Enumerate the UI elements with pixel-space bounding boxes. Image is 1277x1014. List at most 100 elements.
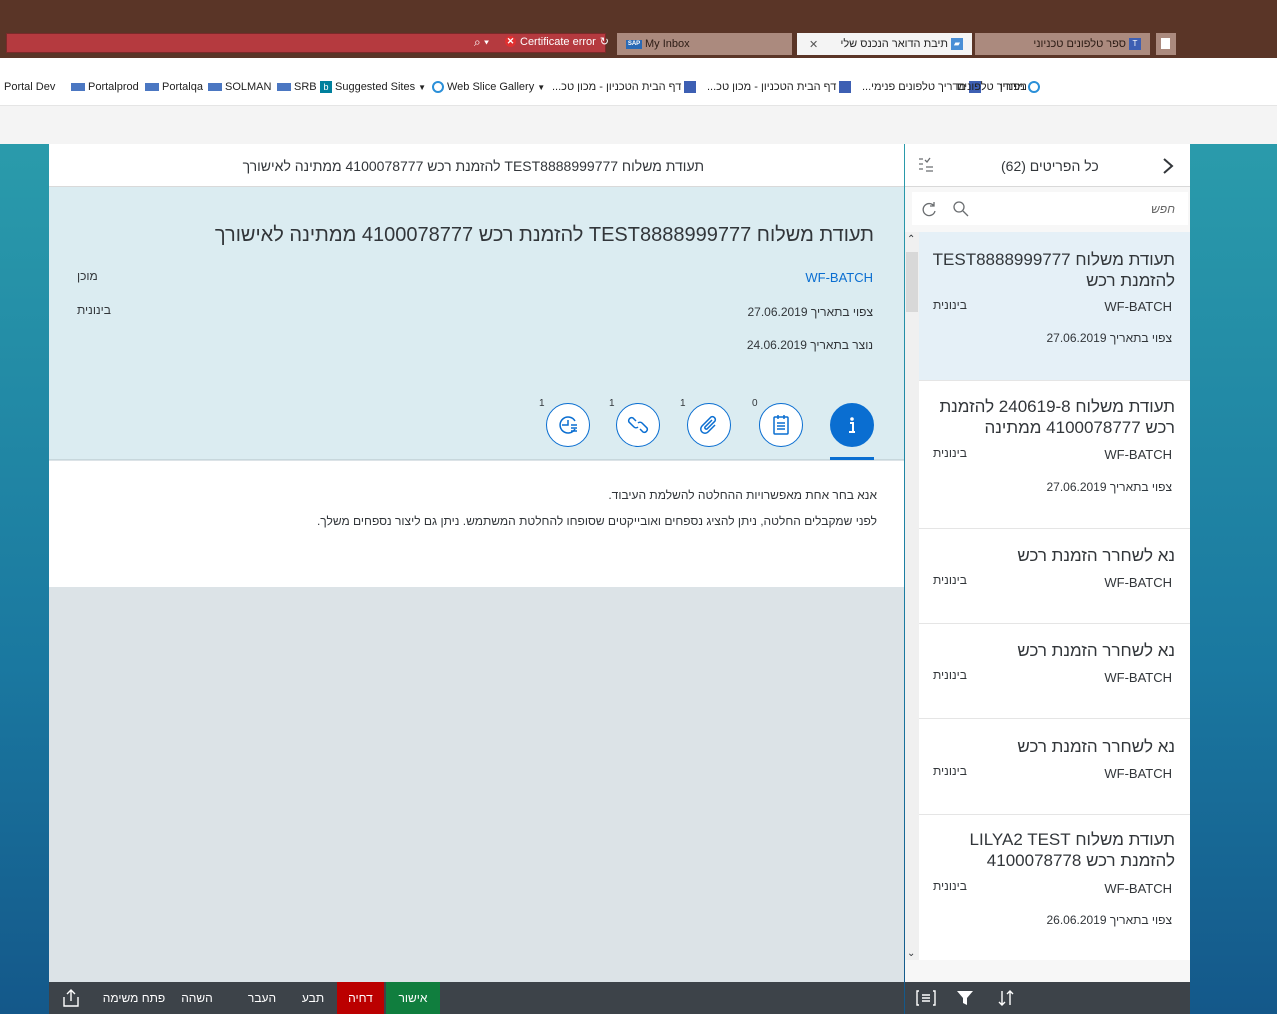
certificate-error[interactable]: ✕ Certificate error ↻ — [505, 35, 609, 48]
info-tab-content: אנא בחר אחת מאפשרויות ההחלטה להשלמת העיב… — [49, 461, 904, 587]
scrollbar[interactable]: ⌃ ⌄ — [905, 232, 919, 960]
created-on-text: נוצר בתאריך 24.06.2019 — [746, 338, 873, 352]
sap-icon: SAP — [626, 39, 642, 49]
list-item[interactable]: תעודת משלוח 240619-8 להזמנת רכש 41000787… — [919, 381, 1190, 529]
fav-nipendo[interactable]: ניפנדו — [1000, 81, 1027, 93]
item-created-by: WF-BATCH — [1104, 766, 1172, 781]
notes-icon — [773, 415, 789, 435]
technion-icon — [839, 81, 852, 93]
fav-technion-home-1[interactable]: דף הבית הטכניון - מכון טכ... — [552, 81, 697, 93]
list-item[interactable]: נא לשחרר הזמנת רכש בינונית WF-BATCH — [919, 624, 1190, 719]
chevron-up-icon[interactable]: ⌃ — [907, 234, 915, 245]
task-list: תעודת משלוח TEST8888999777 להזמנת רכש בי… — [919, 232, 1190, 960]
tab-count: 1 — [680, 398, 686, 409]
group-icon[interactable] — [916, 989, 936, 1007]
list-item[interactable]: תעודת משלוח TEST8888999777 להזמנת רכש בי… — [919, 232, 1190, 381]
tab-inbox-hebrew[interactable]: ▰ תיבת הדואר הנכנס שלי ✕ — [797, 33, 972, 55]
created-by-link[interactable]: WF-BATCH — [805, 270, 873, 285]
sap-icon — [277, 83, 291, 91]
detail-footer: פתח משימה השהה העבר תבע דחיה אישור — [49, 982, 904, 1014]
fav-phonebook[interactable]: מדריך טלפונים — [957, 81, 1040, 93]
new-tab-button[interactable] — [1156, 33, 1176, 55]
tab-attachments[interactable]: 1 — [680, 398, 731, 447]
fav-suggested-sites[interactable]: b Suggested Sites ▼ — [320, 81, 426, 93]
tab-history[interactable]: 1 — [539, 398, 590, 447]
tab-my-inbox[interactable]: SAP My Inbox — [617, 33, 792, 55]
item-created-by: WF-BATCH — [1104, 299, 1172, 314]
approve-button[interactable]: אישור — [386, 982, 440, 1014]
chevron-down-icon: ▼ — [537, 82, 546, 92]
browser-tab-bar: ⌕ ▾ ✕ Certificate error ↻ SAP My Inbox ▰… — [0, 0, 1277, 81]
reject-button[interactable]: דחיה — [337, 982, 384, 1014]
technion-icon: T — [1129, 38, 1141, 50]
search-icon[interactable] — [952, 200, 970, 218]
search-bar: חפש — [905, 187, 1190, 232]
share-icon[interactable] — [61, 988, 81, 1008]
fav-srb[interactable]: SRB — [277, 81, 317, 93]
object-header: תעודת משלוח TEST8888999777 להזמנת רכש 41… — [49, 187, 904, 460]
sap-icon — [71, 83, 85, 91]
forward-button[interactable]: העבר — [242, 982, 282, 1014]
item-title: נא לשחרר הזמנת רכש — [1017, 641, 1175, 660]
item-due-date: צפוי בתאריך 26.06.2019 — [1046, 913, 1172, 927]
close-icon[interactable]: ✕ — [809, 38, 818, 51]
master-footer — [905, 982, 1190, 1014]
claim-button[interactable]: תבע — [296, 982, 330, 1014]
tab-count: 1 — [609, 398, 615, 409]
item-created-by: WF-BATCH — [1104, 670, 1172, 685]
refresh-icon[interactable] — [920, 200, 938, 218]
master-title: כל הפריטים (62) — [1001, 158, 1099, 174]
item-title: נא לשחרר הזמנת רכש — [1017, 737, 1175, 756]
filter-icon[interactable] — [956, 989, 974, 1007]
item-priority: בינונית — [933, 573, 967, 587]
master-header: כל הפריטים (62) — [905, 144, 1190, 187]
search-placeholder: חפש — [1151, 202, 1175, 216]
chevron-down-icon[interactable]: ⌄ — [907, 948, 915, 959]
sap-icon — [208, 83, 222, 91]
item-title: תעודת משלוח TEST8888999777 להזמנת רכש — [932, 250, 1175, 290]
tab-notes[interactable]: 0 — [752, 398, 803, 447]
fav-portal-dev[interactable]: Portal Dev — [4, 81, 55, 93]
tab-related-objects[interactable]: 1 — [609, 398, 660, 447]
item-title: תעודת משלוח 240619-8 להזמנת רכש 41000787… — [939, 397, 1175, 437]
open-task-button[interactable]: פתח משימה — [99, 982, 169, 1014]
chevron-right-icon[interactable] — [1159, 156, 1177, 176]
search-input[interactable]: חפש — [912, 192, 1188, 225]
list-sort-icon[interactable] — [916, 156, 936, 176]
fav-web-slice-gallery[interactable]: Web Slice Gallery ▼ — [432, 81, 545, 93]
fav-portalqa[interactable]: Portalqa — [145, 81, 203, 93]
fav-solman[interactable]: SOLMAN — [208, 81, 271, 93]
item-due-date: צפוי בתאריך 27.06.2019 — [1046, 480, 1172, 494]
priority-text: בינונית — [77, 303, 111, 317]
tab-phonebook[interactable]: T ספר טלפונים טכניוני — [975, 33, 1150, 55]
item-created-by: WF-BATCH — [1104, 447, 1172, 462]
list-item[interactable]: נא לשחרר הזמנת רכש בינונית WF-BATCH — [919, 719, 1190, 815]
item-created-by: WF-BATCH — [1104, 881, 1172, 896]
item-priority: בינונית — [933, 446, 967, 460]
fav-portalprod[interactable]: Portalprod — [71, 81, 139, 93]
tab-count: 1 — [539, 398, 545, 409]
detail-pane: תעודת משלוח TEST8888999777 להזמנת רכש 41… — [49, 144, 904, 982]
ie-icon — [1027, 81, 1040, 93]
item-created-by: WF-BATCH — [1104, 575, 1172, 590]
scrollbar-thumb[interactable] — [906, 252, 918, 312]
fav-technion-home-2[interactable]: דף הבית הטכניון - מכון טכ... — [707, 81, 852, 93]
detail-header-title: תעודת משלוח TEST8888999777 להזמנת רכש 41… — [242, 158, 704, 174]
favorites-bar: Portal Dev Portalprod Portalqa SOLMAN SR… — [0, 58, 1277, 152]
chevron-down-icon: ▼ — [418, 82, 427, 92]
list-item[interactable]: תעודת משלוח LILYA2 TEST להזמנת רכש 41000… — [919, 815, 1190, 960]
search-icon[interactable]: ⌕ ▾ — [474, 35, 489, 50]
info-line-2: לפני שמקבלים החלטה, ניתן להציג נספחים וא… — [316, 514, 877, 528]
sort-icon[interactable] — [996, 988, 1016, 1008]
tab-info[interactable] — [830, 403, 874, 447]
technion-icon — [684, 81, 697, 93]
list-item[interactable]: נא לשחרר הזמנת רכש בינונית WF-BATCH — [919, 529, 1190, 624]
refresh-icon[interactable]: ↻ — [600, 35, 609, 48]
item-title: נא לשחרר הזמנת רכש — [1017, 546, 1175, 565]
suspend-button[interactable]: השהה — [177, 982, 217, 1014]
shell-top-strip — [0, 106, 1277, 144]
info-line-1: אנא בחר אחת מאפשרויות ההחלטה להשלמת העיב… — [608, 488, 877, 502]
detail-header: תעודת משלוח TEST8888999777 להזמנת רכש 41… — [49, 144, 904, 187]
paperclip-icon — [700, 415, 717, 434]
error-icon: ✕ — [505, 36, 516, 47]
